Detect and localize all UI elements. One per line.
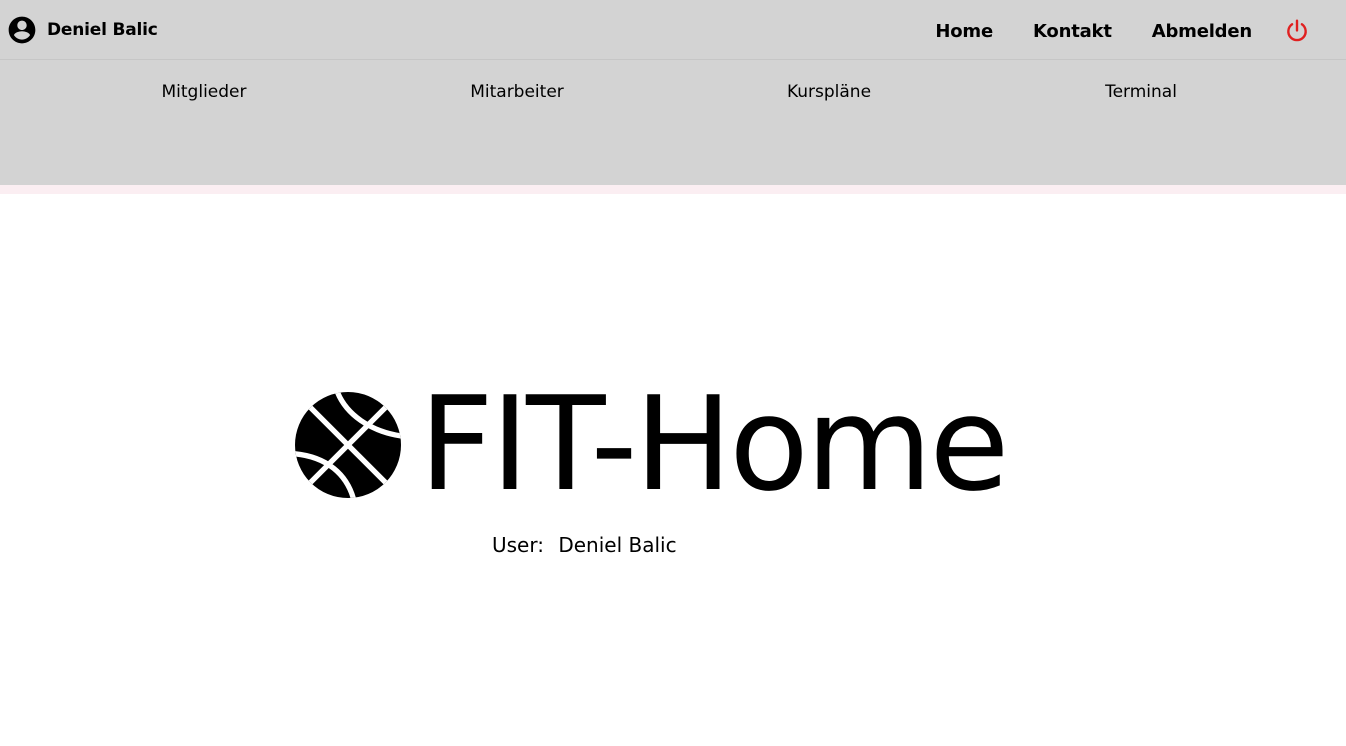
- page-title: FIT-Home: [419, 368, 1009, 520]
- user-info-value: Deniel Balic: [558, 533, 677, 557]
- top-bar: Deniel Balic Home Kontakt Abmelden: [0, 0, 1346, 60]
- top-nav: Home Kontakt Abmelden: [895, 18, 1310, 44]
- header-divider: [0, 185, 1346, 194]
- current-user[interactable]: Deniel Balic: [6, 13, 158, 47]
- section-nav: Mitglieder Mitarbeiter Kurspläne Termina…: [0, 60, 1346, 185]
- hero-banner: FIT-Home: [295, 368, 1009, 520]
- contact-link[interactable]: Kontakt: [1033, 21, 1112, 42]
- home-link[interactable]: Home: [935, 21, 993, 42]
- nav-item-mitarbeiter[interactable]: Mitarbeiter: [470, 82, 564, 102]
- nav-item-terminal[interactable]: Terminal: [1105, 82, 1177, 102]
- nav-item-kursplaene[interactable]: Kurspläne: [787, 82, 871, 102]
- basketball-icon: [295, 391, 401, 498]
- user-name: Deniel Balic: [47, 20, 158, 40]
- user-info: User: Deniel Balic: [492, 533, 677, 557]
- user-info-label: User:: [492, 533, 544, 557]
- nav-item-mitglieder[interactable]: Mitglieder: [162, 82, 247, 102]
- power-icon[interactable]: [1284, 18, 1310, 44]
- logout-link[interactable]: Abmelden: [1152, 21, 1252, 42]
- account-circle-icon: [8, 16, 36, 44]
